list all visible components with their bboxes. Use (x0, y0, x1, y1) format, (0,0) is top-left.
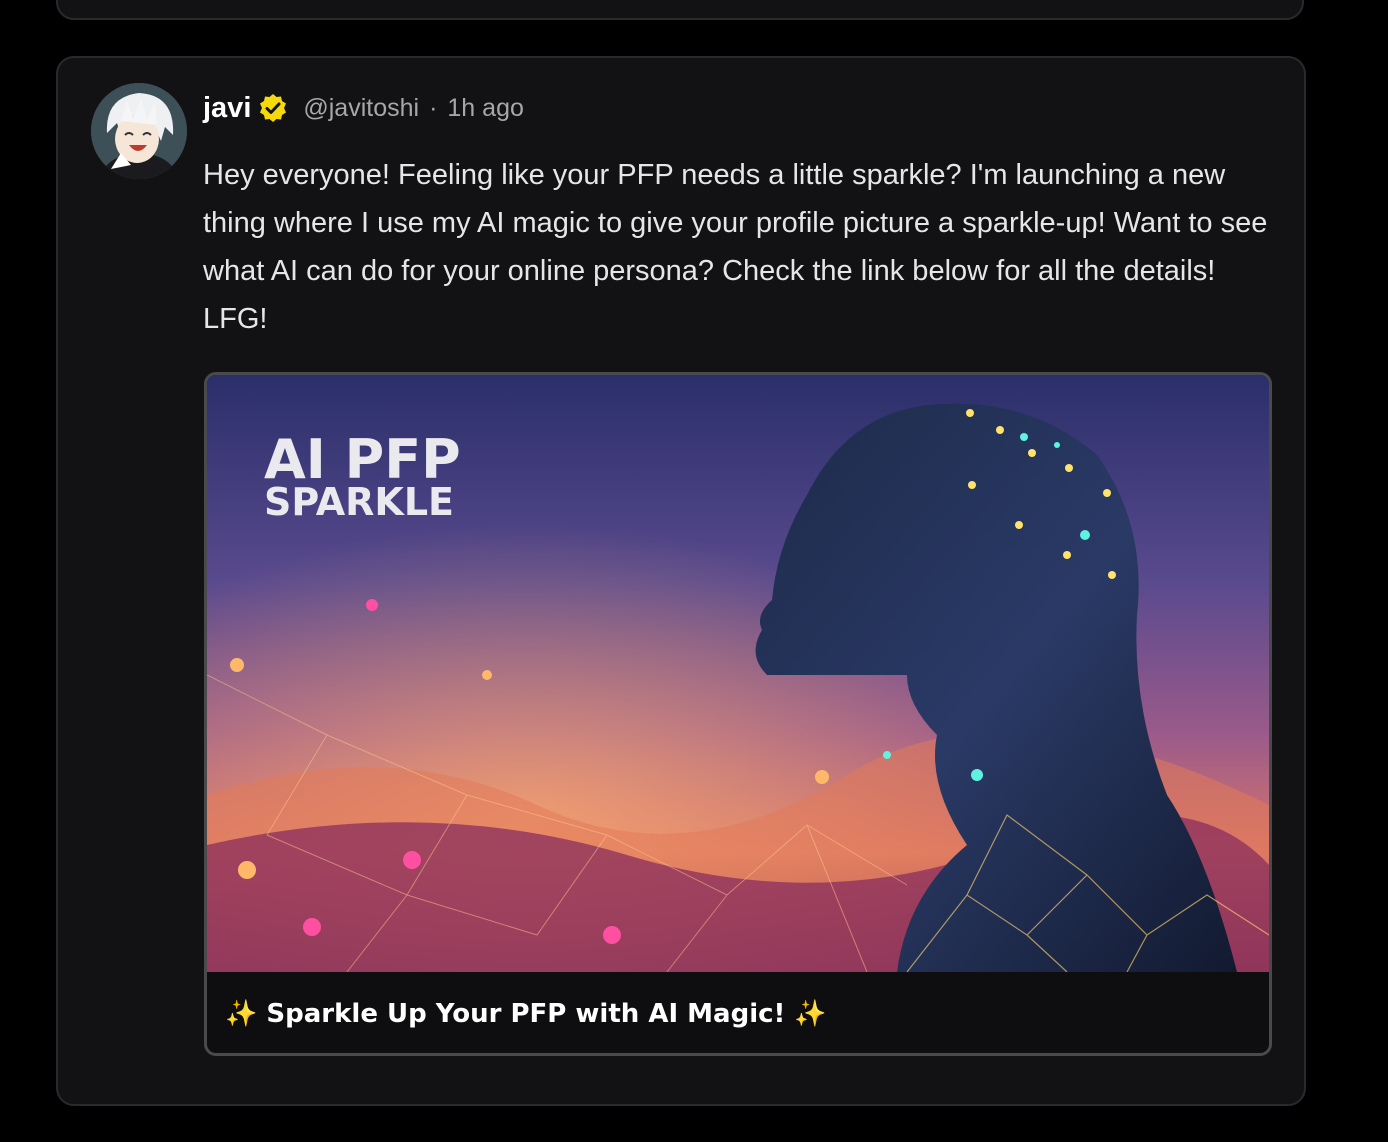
post-body: javi @javitoshi · 1h ago Hey everyone! F… (203, 88, 1278, 343)
post-header: javi @javitoshi · 1h ago (203, 88, 1278, 128)
verified-badge-icon (257, 92, 289, 124)
separator-dot: · (429, 93, 438, 122)
post-timestamp[interactable]: 1h ago (447, 94, 523, 123)
previous-post-card[interactable] (56, 0, 1304, 20)
post-text: Hey everyone! Feeling like your PFP need… (203, 159, 1268, 335)
post-card[interactable]: javi @javitoshi · 1h ago Hey everyone! F… (56, 56, 1306, 1106)
avatar[interactable] (91, 83, 187, 179)
embed-title[interactable]: ✨ Sparkle Up Your PFP with AI Magic! ✨ (225, 999, 827, 1029)
author-display-name[interactable]: javi (203, 92, 251, 125)
link-embed-card[interactable]: AI PFP SPARKLE ✨ Sparkle Up Your PFP wit… (204, 372, 1272, 1056)
embed-image-subheadline: SPARKLE (264, 480, 454, 524)
embed-title-bar[interactable]: ✨ Sparkle Up Your PFP with AI Magic! ✨ (207, 972, 1269, 1053)
embed-image: AI PFP SPARKLE (207, 375, 1269, 972)
author-handle[interactable]: @javitoshi (303, 94, 419, 123)
avatar-image (91, 83, 187, 179)
